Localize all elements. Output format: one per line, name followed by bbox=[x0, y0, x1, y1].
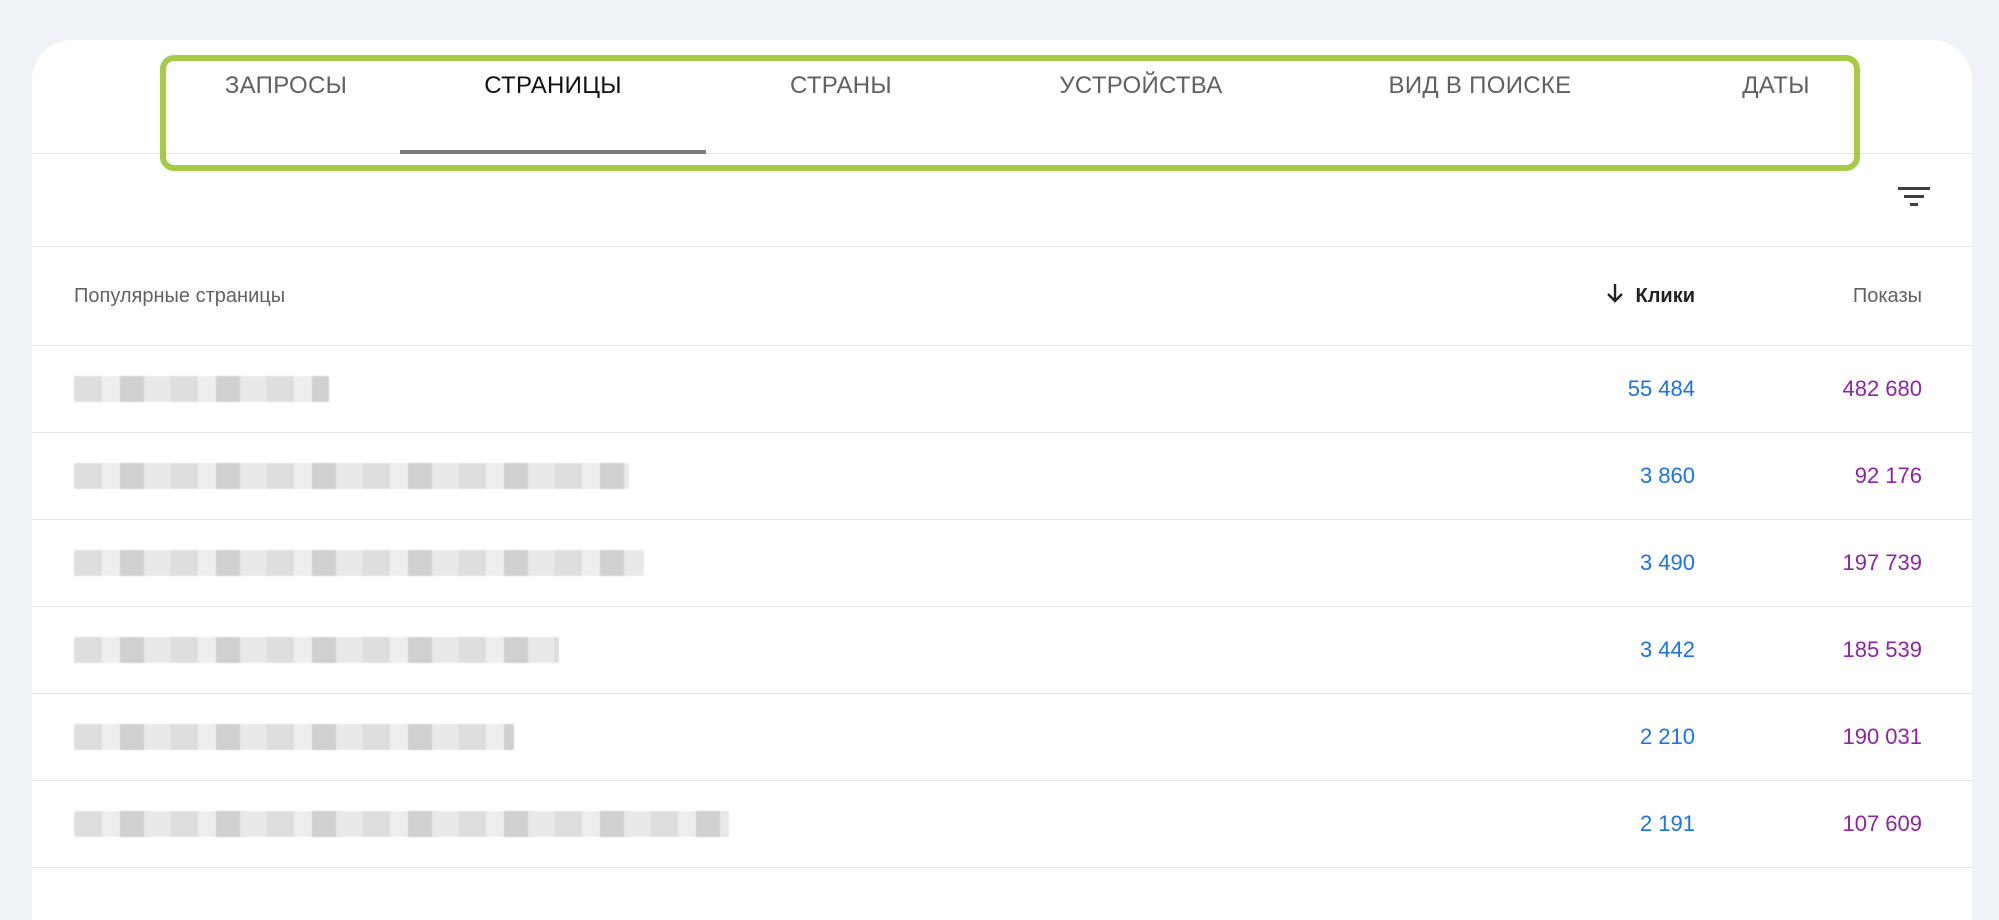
tab-queries[interactable]: ЗАПРОСЫ bbox=[133, 40, 439, 153]
column-header-clicks-label: Клики bbox=[1635, 284, 1695, 307]
redacted-url[interactable] bbox=[74, 724, 514, 750]
arrow-down-icon bbox=[1605, 282, 1625, 310]
impressions-value: 197 739 bbox=[1842, 550, 1922, 575]
impressions-value: 185 539 bbox=[1842, 637, 1922, 662]
redacted-url[interactable] bbox=[74, 463, 629, 489]
tab-countries[interactable]: СТРАНЫ bbox=[688, 40, 994, 153]
impressions-value: 482 680 bbox=[1842, 376, 1922, 401]
table-row[interactable]: 2 191 107 609 bbox=[32, 781, 1972, 868]
tab-pages[interactable]: СТРАНИЦЫ bbox=[400, 40, 706, 154]
clicks-value: 3 490 bbox=[1639, 550, 1695, 575]
table-header: Популярные страницы Клики Показы bbox=[32, 247, 1972, 346]
table-toolbar bbox=[32, 154, 1972, 247]
filter-icon[interactable] bbox=[1896, 182, 1932, 212]
tab-dates[interactable]: ДАТЫ bbox=[1623, 40, 1929, 153]
redacted-url[interactable] bbox=[74, 637, 559, 663]
redacted-url[interactable] bbox=[74, 550, 644, 576]
table-row[interactable]: 3 442 185 539 bbox=[32, 607, 1972, 694]
redacted-url[interactable] bbox=[74, 811, 729, 837]
redacted-url[interactable] bbox=[74, 376, 329, 402]
table-row[interactable]: 2 210 190 031 bbox=[32, 694, 1972, 781]
dimension-tabs: ЗАПРОСЫ СТРАНИЦЫ СТРАНЫ УСТРОЙСТВА ВИД В… bbox=[32, 40, 1972, 154]
table-row[interactable]: 3 860 92 176 bbox=[32, 433, 1972, 520]
table-row[interactable]: 3 490 197 739 bbox=[32, 520, 1972, 607]
column-header-impressions[interactable]: Показы bbox=[1853, 247, 1922, 345]
clicks-value: 2 191 bbox=[1639, 811, 1695, 836]
column-header-clicks[interactable]: Клики bbox=[1605, 247, 1695, 345]
impressions-value: 92 176 bbox=[1854, 463, 1922, 488]
clicks-value: 3 860 bbox=[1639, 463, 1695, 488]
impressions-value: 107 609 bbox=[1842, 811, 1922, 836]
tab-devices[interactable]: УСТРОЙСТВА bbox=[988, 40, 1294, 153]
clicks-value: 55 484 bbox=[1627, 376, 1695, 401]
tab-search-appearance[interactable]: ВИД В ПОИСКЕ bbox=[1327, 40, 1633, 153]
performance-card: ЗАПРОСЫ СТРАНИЦЫ СТРАНЫ УСТРОЙСТВА ВИД В… bbox=[32, 40, 1972, 920]
table-row[interactable]: 55 484 482 680 bbox=[32, 346, 1972, 433]
clicks-value: 3 442 bbox=[1639, 637, 1695, 662]
impressions-value: 190 031 bbox=[1842, 724, 1922, 749]
column-header-pages[interactable]: Популярные страницы bbox=[74, 247, 285, 345]
clicks-value: 2 210 bbox=[1639, 724, 1695, 749]
